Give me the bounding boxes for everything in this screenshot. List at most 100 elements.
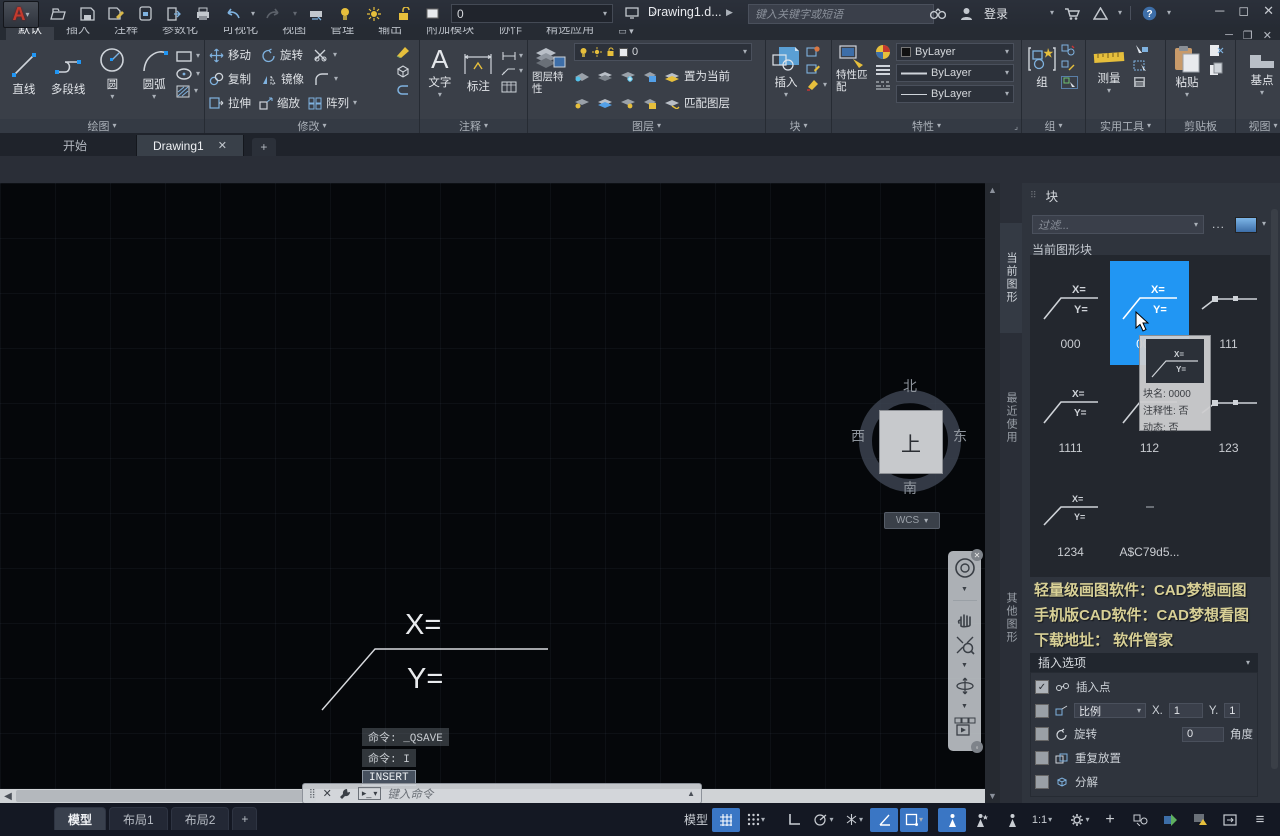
save-to-mobile-icon[interactable]	[135, 5, 155, 23]
zoom-icon[interactable]	[955, 635, 975, 655]
redo-dropdown-icon[interactable]: ▾	[293, 9, 297, 18]
save-icon[interactable]	[77, 5, 97, 23]
dynamic-input-icon[interactable]: ▾	[900, 807, 928, 832]
ungroup-button[interactable]	[1061, 44, 1078, 56]
thumbnail-view-button[interactable]	[1235, 217, 1257, 233]
layer-thaw-all-button[interactable]	[597, 98, 613, 109]
layout2-tab[interactable]: 布局2	[170, 807, 230, 830]
zoom-dropdown-icon[interactable]: ▼	[961, 662, 968, 669]
workspace-gear-icon[interactable]: ▾	[1066, 808, 1094, 832]
snap-toggle-icon[interactable]: ▾	[742, 808, 770, 832]
side-tab-recent[interactable]: 最近使用	[1000, 363, 1022, 473]
layer-quick-select[interactable]: 0 ▾	[451, 4, 614, 23]
undo-dropdown-icon[interactable]: ▾	[251, 9, 255, 18]
measure-button[interactable]: 测量 ▾	[1090, 43, 1128, 95]
scale-checkbox[interactable]	[1035, 703, 1049, 718]
object-color-combo[interactable]: ByLayer ▾	[896, 43, 1014, 61]
annotate-panel-label[interactable]: 注释	[459, 118, 481, 134]
help-icon[interactable]: ?	[1139, 4, 1159, 22]
osnap-toggle-icon[interactable]	[870, 807, 898, 832]
overkill-button[interactable]	[395, 84, 411, 96]
properties-panel-label[interactable]: 特性	[912, 118, 934, 134]
erase-button[interactable]	[395, 44, 411, 58]
polar-tracking-icon[interactable]: ▾	[810, 808, 838, 832]
explode-button[interactable]	[395, 64, 411, 78]
account-dropdown-icon[interactable]: ▾	[1050, 9, 1054, 17]
match-layer-button[interactable]: 匹配图层	[664, 91, 730, 115]
scroll-up-icon[interactable]: ▲	[988, 185, 997, 195]
pan-hand-icon[interactable]	[955, 608, 975, 628]
modify-panel-label[interactable]: 修改	[297, 118, 319, 134]
group-selection-toggle[interactable]	[1061, 76, 1078, 89]
cut-button[interactable]	[1209, 44, 1224, 57]
view-cube[interactable]: 北 西 东 南 上	[851, 378, 967, 528]
write-block-button[interactable]	[806, 62, 827, 74]
navbar-customize-icon[interactable]: ◦	[971, 741, 983, 753]
copy-clip-button[interactable]	[1209, 62, 1224, 75]
base-point-button[interactable]: 基点 ▾	[1240, 43, 1280, 97]
vertical-scrollbar[interactable]: ▲ ▼	[985, 183, 1000, 803]
view-panel-label[interactable]: 视图	[1248, 118, 1270, 134]
palette-scrollbar[interactable]	[1271, 209, 1278, 769]
autodesk-360-icon[interactable]	[1090, 4, 1110, 22]
graphics-performance-icon[interactable]	[1156, 808, 1184, 832]
palette-header[interactable]: ⠿ 块	[1022, 183, 1280, 207]
linear-dim-button[interactable]: ▾	[501, 51, 523, 61]
insert-options-collapse-icon[interactable]: ▾	[1246, 658, 1250, 667]
ortho-toggle-icon[interactable]	[780, 808, 808, 832]
text-button[interactable]: A 文字 ▾	[424, 43, 456, 99]
arc-button[interactable]: 圆弧 ▾	[134, 43, 174, 101]
customize-menu-icon[interactable]: ≡	[1246, 808, 1274, 832]
block-item-1234[interactable]: X= Y= 1234	[1031, 469, 1110, 573]
open-file-icon[interactable]	[48, 5, 68, 23]
group-panel-label[interactable]: 组	[1044, 118, 1055, 134]
hatch-button[interactable]: ▾	[176, 85, 200, 98]
insert-dropdown-icon[interactable]: ▾	[784, 91, 788, 99]
navigation-bar[interactable]: ✕ ▼ ▼ ▼ ◦	[948, 549, 983, 753]
edit-attributes-button[interactable]: ▾	[806, 79, 827, 91]
command-input[interactable]: 键入命令	[387, 786, 681, 802]
user-icon[interactable]	[956, 4, 976, 22]
scale-x-field[interactable]: 1	[1168, 703, 1203, 719]
new-layout-button[interactable]: +	[232, 807, 258, 830]
layer-on-bulb-icon[interactable]	[335, 5, 355, 23]
maximize-button[interactable]: ◻	[1238, 3, 1249, 19]
minimize-button[interactable]: ─	[1215, 3, 1224, 19]
set-current-button[interactable]: 置为当前	[664, 64, 730, 88]
repeat-checkbox[interactable]	[1035, 751, 1049, 766]
customize-wrench-icon[interactable]	[338, 787, 352, 800]
layer-unlock-all-button[interactable]	[643, 98, 657, 109]
viewcube-west[interactable]: 西	[851, 426, 865, 446]
leader-button[interactable]: ▾	[501, 66, 523, 76]
array-button[interactable]: 阵列 ▾	[308, 91, 357, 115]
layer-freeze-button[interactable]	[620, 71, 636, 82]
linetype-combo[interactable]: ByLayer ▾	[896, 85, 1014, 103]
calculator-button[interactable]	[1133, 76, 1148, 88]
close-button[interactable]: ✕	[1263, 3, 1274, 19]
command-line-bar[interactable]: ⣿ ✕ ▸_ ▾ 键入命令 ▲	[302, 783, 702, 803]
quick-select-button[interactable]	[1133, 44, 1148, 56]
dimension-button[interactable]: 标注	[460, 49, 497, 94]
file-tab-start[interactable]: 开始	[14, 135, 137, 156]
command-bar-close-icon[interactable]: ✕	[323, 787, 332, 800]
mirror-button[interactable]: 镜像	[261, 67, 304, 91]
fillet-button[interactable]: ▾	[314, 67, 338, 91]
create-block-button[interactable]	[806, 45, 827, 57]
cloud-dropdown-icon[interactable]: ▾	[1118, 9, 1122, 17]
viewcube-east[interactable]: 东	[953, 426, 967, 446]
layer-sun-button[interactable]	[620, 98, 636, 109]
isolate-objects-icon[interactable]	[1126, 808, 1154, 832]
layers-panel-label[interactable]: 图层	[632, 118, 654, 134]
redo-icon[interactable]	[264, 5, 284, 23]
layer-color-swatch[interactable]	[422, 5, 442, 23]
wheel-dropdown-icon[interactable]: ▼	[961, 586, 968, 593]
layer-off-button[interactable]	[574, 71, 590, 82]
block-panel-label[interactable]: 块	[789, 118, 800, 134]
drawing-canvas[interactable]: 北 西 东 南 上 WCS ▾ ✕ ▼ ▼ ▼ ◦ X= Y= 命令: _QSA…	[0, 183, 985, 803]
app-store-cart-icon[interactable]	[1062, 4, 1082, 22]
orbit-dropdown-icon[interactable]: ▼	[961, 703, 968, 710]
viewcube-top-face[interactable]: 上	[879, 410, 943, 474]
file-tab-drawing1[interactable]: Drawing1 ✕	[137, 135, 244, 156]
paste-button[interactable]: 粘贴 ▾	[1170, 43, 1204, 99]
insert-block-button[interactable]: 插入 ▾	[770, 43, 802, 99]
